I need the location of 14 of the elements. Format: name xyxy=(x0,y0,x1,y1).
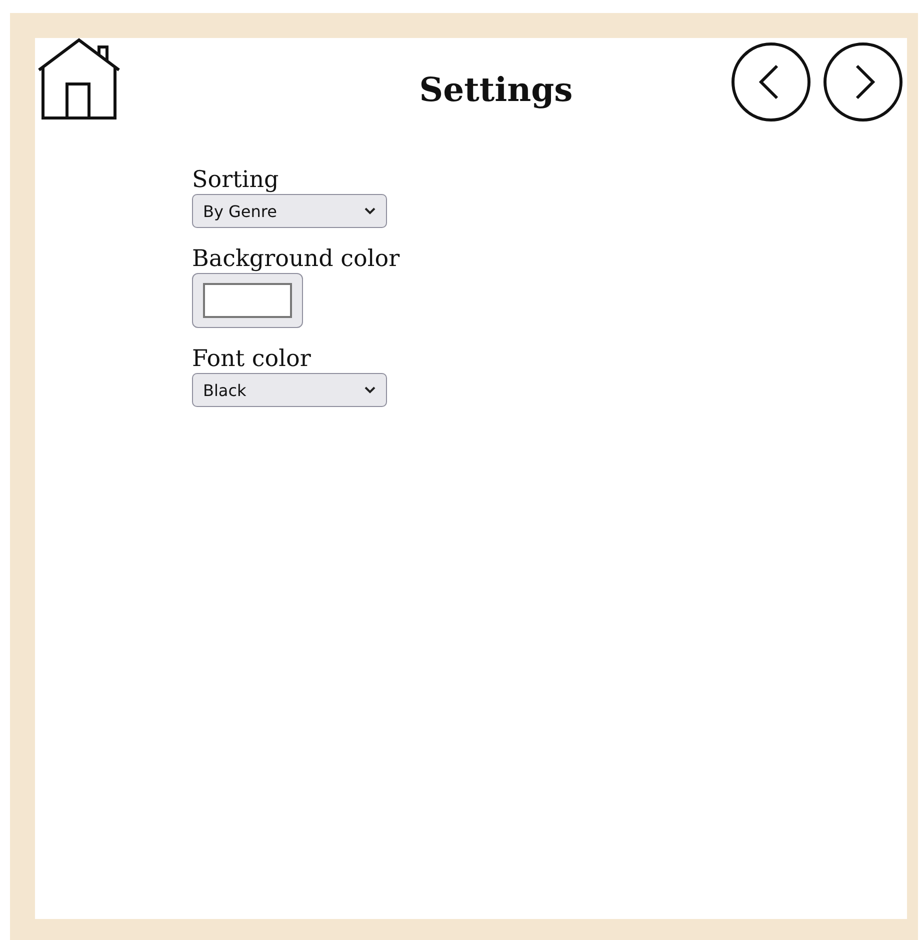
dropdown[interactable]: By Genre xyxy=(192,194,387,228)
chevron-down-icon xyxy=(364,207,376,215)
back-button[interactable] xyxy=(731,42,811,122)
field-label: Background color xyxy=(192,245,400,273)
dropdown[interactable]: Black xyxy=(192,373,387,407)
color-picker[interactable] xyxy=(192,273,303,328)
forward-button[interactable] xyxy=(823,42,903,122)
page-title: Settings xyxy=(418,70,573,109)
chevron-down-icon xyxy=(364,386,376,394)
dropdown-value: Black xyxy=(203,380,246,400)
dropdown-value: By Genre xyxy=(203,202,277,220)
field-label: Font color xyxy=(192,345,311,373)
home-icon[interactable] xyxy=(37,38,121,122)
field-label: Sorting xyxy=(192,166,279,194)
